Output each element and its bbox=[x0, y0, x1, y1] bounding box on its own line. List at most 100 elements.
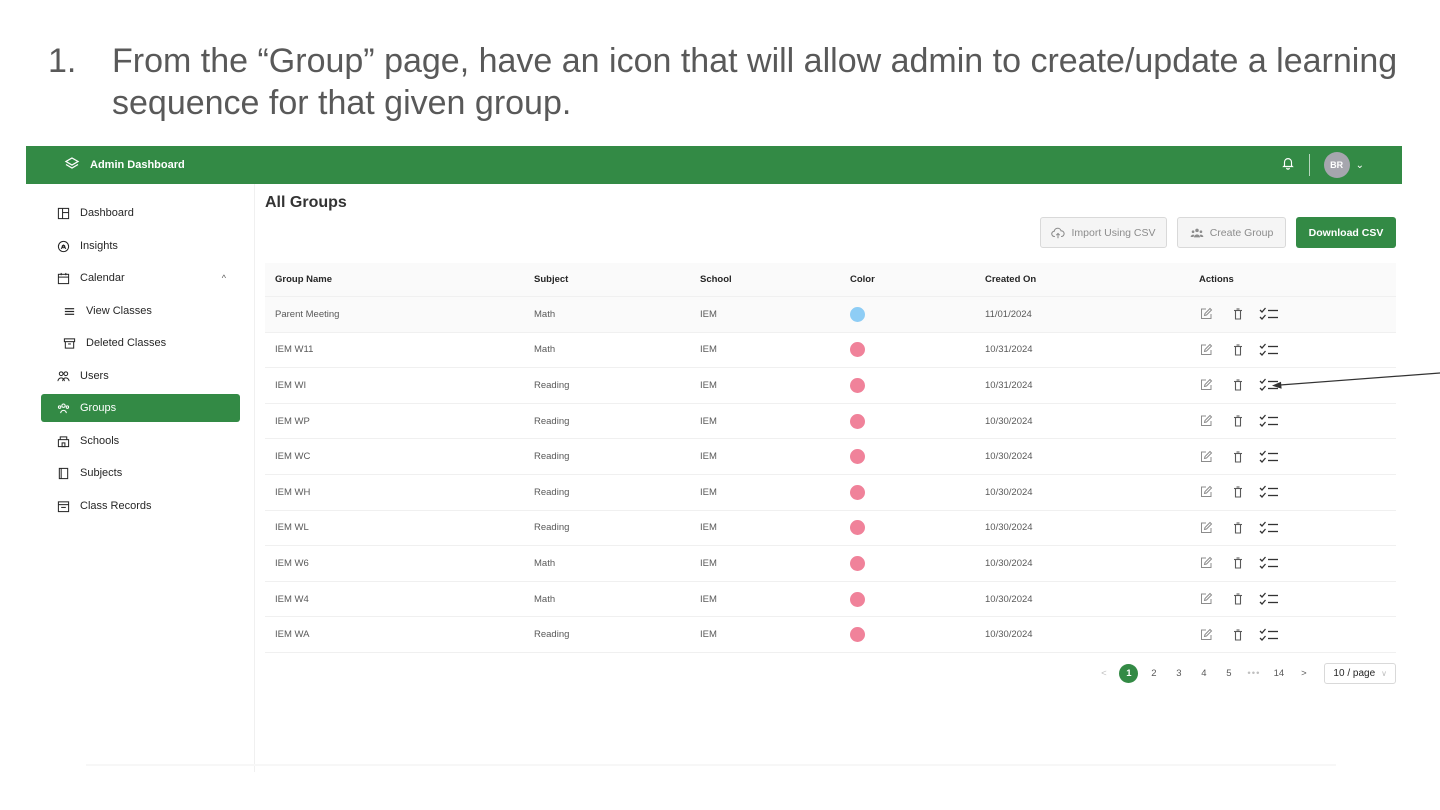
avatar[interactable]: BR bbox=[1323, 152, 1350, 178]
table-row[interactable]: IEM WH Reading IEM 10/30/2024 bbox=[265, 475, 1396, 511]
bell-icon[interactable] bbox=[1281, 156, 1295, 175]
table-row[interactable]: IEM WC Reading IEM 10/30/2024 bbox=[265, 439, 1396, 475]
sidebar-item-label: Users bbox=[80, 370, 109, 382]
table-body: Parent Meeting Math IEM 11/01/2024 IEM W11 Ma… bbox=[265, 297, 1396, 653]
cell-color bbox=[838, 546, 973, 581]
header-divider bbox=[1308, 154, 1310, 176]
sidebar-item-calendar[interactable]: Calendar ^ bbox=[41, 264, 240, 292]
edit-icon[interactable] bbox=[1199, 343, 1213, 357]
table-row[interactable]: IEM WP Reading IEM 10/30/2024 bbox=[265, 404, 1396, 440]
table-row[interactable]: IEM WA Reading IEM 10/30/2024 bbox=[265, 617, 1396, 653]
table-row[interactable]: IEM WL Reading IEM 10/30/2024 bbox=[265, 511, 1396, 547]
sidebar-item-label: Groups bbox=[80, 402, 117, 414]
learning-sequence-icon[interactable] bbox=[1259, 485, 1279, 499]
top-bar: Admin Dashboard BR ⌄ bbox=[26, 146, 1402, 184]
edit-icon[interactable] bbox=[1199, 414, 1213, 428]
sidebar-item-dashboard[interactable]: Dashboard bbox=[41, 199, 240, 227]
table-row[interactable]: IEM W11 Math IEM 10/31/2024 bbox=[265, 333, 1396, 369]
page-2-button[interactable]: 2 bbox=[1141, 664, 1166, 684]
cell-color bbox=[838, 475, 973, 510]
sidebar-item-label: Dashboard bbox=[80, 207, 134, 219]
cell-created-on: 10/31/2024 bbox=[985, 344, 1033, 356]
delete-icon[interactable] bbox=[1231, 307, 1245, 321]
groups-icon bbox=[57, 403, 70, 413]
column-header-color[interactable]: Color bbox=[838, 263, 973, 296]
column-header-group-name[interactable]: Group Name bbox=[265, 263, 524, 296]
learning-sequence-icon[interactable] bbox=[1259, 343, 1279, 357]
learning-sequence-icon[interactable] bbox=[1259, 628, 1279, 642]
color-swatch bbox=[850, 555, 865, 571]
delete-icon[interactable] bbox=[1231, 485, 1245, 499]
column-header-subject[interactable]: Subject bbox=[524, 263, 690, 296]
color-swatch bbox=[850, 306, 865, 322]
school-icon bbox=[57, 435, 70, 447]
sidebar-item-groups[interactable]: Groups bbox=[41, 394, 240, 422]
column-header-created-on[interactable]: Created On bbox=[973, 263, 1187, 296]
delete-icon[interactable] bbox=[1231, 450, 1245, 464]
edit-icon[interactable] bbox=[1199, 378, 1213, 392]
prev-page-button[interactable]: < bbox=[1091, 664, 1116, 684]
chevron-down-icon[interactable]: ⌄ bbox=[1356, 160, 1364, 171]
edit-icon[interactable] bbox=[1199, 592, 1213, 606]
page-14-button[interactable]: 14 bbox=[1266, 664, 1291, 684]
page-4-button[interactable]: 4 bbox=[1191, 664, 1216, 684]
sidebar-item-deleted-classes[interactable]: Deleted Classes bbox=[41, 329, 240, 357]
edit-icon[interactable] bbox=[1199, 307, 1213, 321]
cell-color bbox=[838, 439, 973, 474]
sidebar-item-users[interactable]: Users bbox=[41, 362, 240, 390]
page-size-value: 10 / page bbox=[1333, 668, 1376, 679]
page-3-button[interactable]: 3 bbox=[1166, 664, 1191, 684]
edit-icon[interactable] bbox=[1199, 521, 1213, 535]
edit-icon[interactable] bbox=[1199, 450, 1213, 464]
create-group-button[interactable]: Create Group bbox=[1177, 217, 1286, 248]
calendar-icon bbox=[57, 272, 70, 284]
delete-icon[interactable] bbox=[1231, 628, 1245, 642]
table-row[interactable]: Parent Meeting Math IEM 11/01/2024 bbox=[265, 297, 1396, 333]
footer-divider bbox=[86, 764, 1336, 766]
delete-icon[interactable] bbox=[1231, 343, 1245, 357]
learning-sequence-icon[interactable] bbox=[1259, 307, 1279, 321]
sidebar: Dashboard Insights Calendar ^ View Class… bbox=[26, 184, 255, 772]
page-5-button[interactable]: 5 bbox=[1216, 664, 1241, 684]
learning-sequence-icon[interactable] bbox=[1259, 450, 1279, 464]
learning-sequence-icon[interactable] bbox=[1259, 414, 1279, 428]
pagination-ellipsis[interactable]: ••• bbox=[1241, 664, 1266, 684]
sidebar-item-insights[interactable]: Insights bbox=[41, 232, 240, 260]
color-swatch bbox=[850, 413, 865, 429]
learning-sequence-icon[interactable] bbox=[1259, 521, 1279, 535]
user-menu[interactable]: BR ⌄ bbox=[1323, 152, 1364, 178]
slide-heading: 1. From the “Group” page, have an icon t… bbox=[48, 40, 1408, 124]
delete-icon[interactable] bbox=[1231, 521, 1245, 535]
edit-icon[interactable] bbox=[1199, 556, 1213, 570]
sidebar-item-class-records[interactable]: Class Records bbox=[41, 492, 240, 520]
records-icon bbox=[57, 500, 70, 512]
table-header: Group Name Subject School Color Created … bbox=[265, 263, 1396, 297]
edit-icon[interactable] bbox=[1199, 485, 1213, 499]
cell-actions bbox=[1187, 617, 1396, 652]
chevron-up-icon[interactable]: ^ bbox=[222, 273, 226, 283]
delete-icon[interactable] bbox=[1231, 414, 1245, 428]
sidebar-item-view-classes[interactable]: View Classes bbox=[41, 297, 240, 325]
column-header-school[interactable]: School bbox=[690, 263, 838, 296]
learning-sequence-icon[interactable] bbox=[1259, 556, 1279, 570]
delete-icon[interactable] bbox=[1231, 592, 1245, 606]
table-row[interactable]: IEM W6 Math IEM 10/30/2024 bbox=[265, 546, 1396, 582]
delete-icon[interactable] bbox=[1231, 556, 1245, 570]
delete-icon[interactable] bbox=[1231, 378, 1245, 392]
sidebar-item-schools[interactable]: Schools bbox=[41, 427, 240, 455]
import-csv-button[interactable]: Import Using CSV bbox=[1040, 217, 1167, 248]
cell-school: IEM bbox=[700, 379, 717, 391]
sidebar-item-subjects[interactable]: Subjects bbox=[41, 459, 240, 487]
table-row[interactable]: IEM WI Reading IEM 10/31/2024 bbox=[265, 368, 1396, 404]
learning-sequence-icon[interactable] bbox=[1259, 592, 1279, 606]
table-row[interactable]: IEM W4 Math IEM 10/30/2024 bbox=[265, 582, 1396, 618]
edit-icon[interactable] bbox=[1199, 628, 1213, 642]
brand[interactable]: Admin Dashboard bbox=[64, 156, 185, 175]
download-csv-button[interactable]: Download CSV bbox=[1296, 217, 1396, 248]
next-page-button[interactable]: > bbox=[1291, 664, 1316, 684]
cell-subject: Reading bbox=[534, 379, 570, 391]
page-1-button[interactable]: 1 bbox=[1116, 664, 1141, 684]
list-icon bbox=[64, 307, 75, 315]
page-size-select[interactable]: 10 / page ∨ bbox=[1324, 663, 1396, 684]
groups-table: Group Name Subject School Color Created … bbox=[265, 263, 1396, 653]
